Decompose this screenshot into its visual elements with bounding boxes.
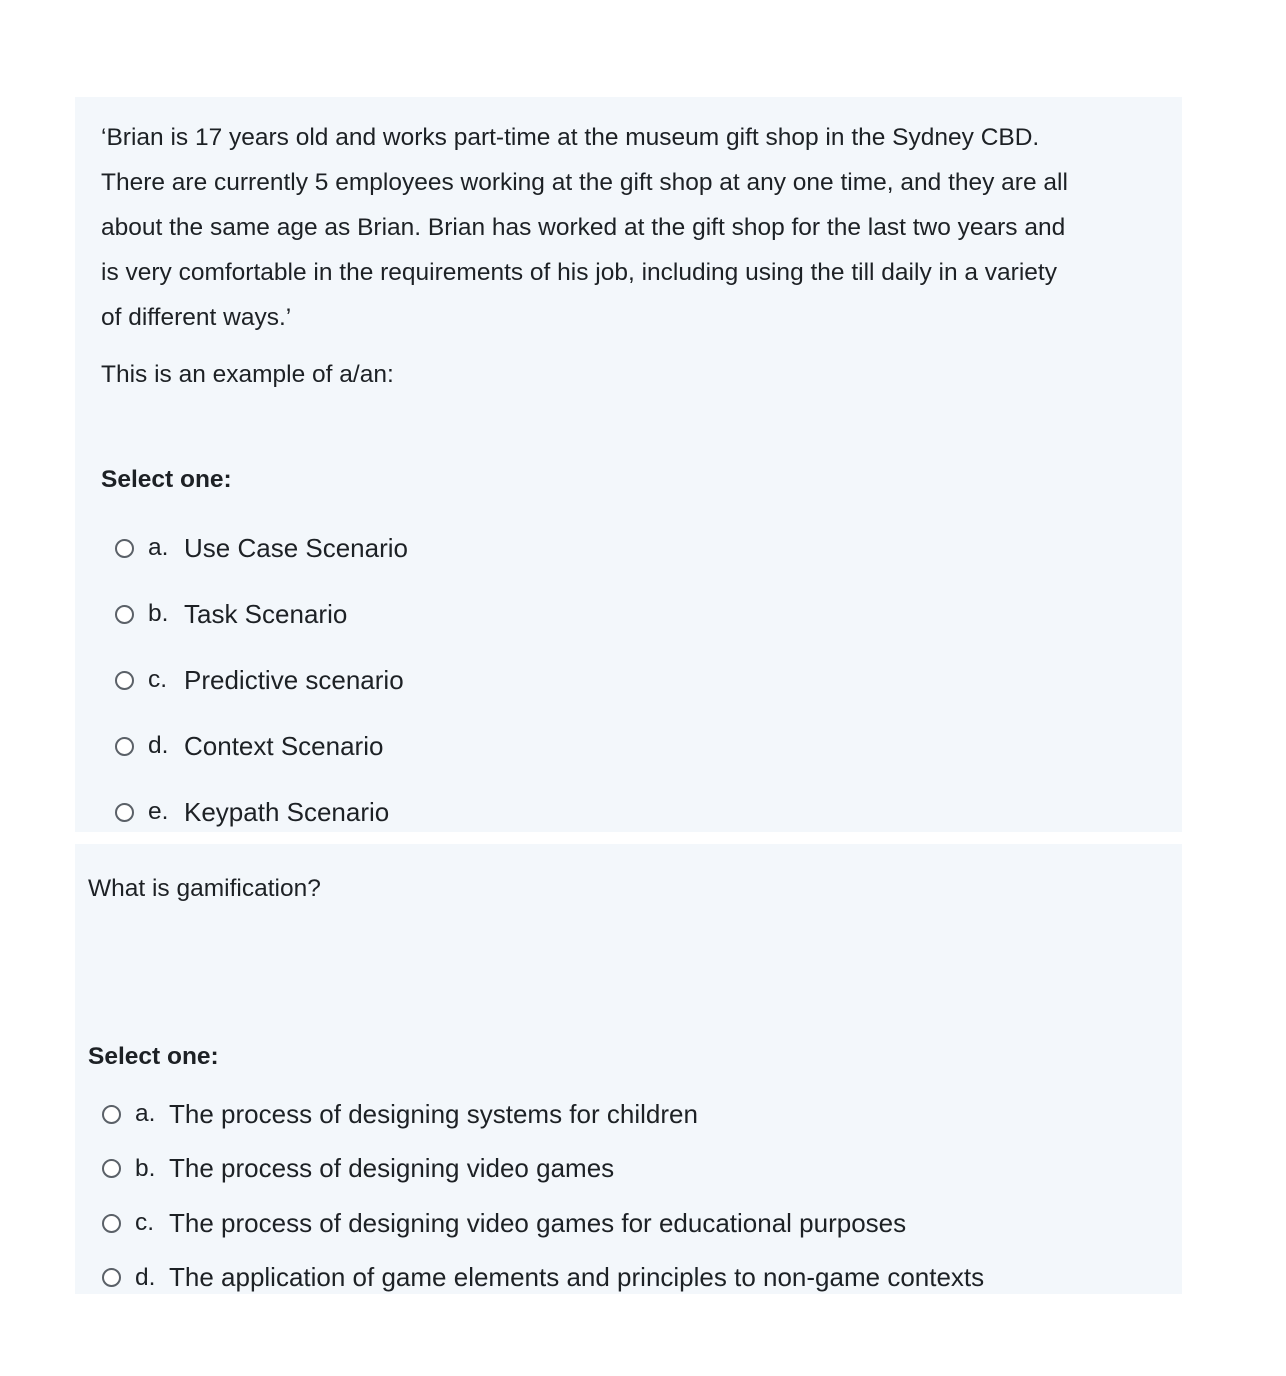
q1-option-e-label[interactable]: Keypath Scenario <box>184 797 389 828</box>
q1-option-b-radio[interactable] <box>115 604 134 624</box>
question-2-text: What is gamification? <box>88 866 1169 911</box>
q2-option-d-radio[interactable] <box>102 1268 121 1288</box>
q1-option-b[interactable]: b. Task Scenario <box>115 581 1156 647</box>
q1-option-e-letter: e. <box>148 798 169 825</box>
q2-option-c-radio[interactable] <box>102 1213 121 1233</box>
q1-option-c-letter: c. <box>148 666 168 693</box>
question-1-answers: a. Use Case Scenario b. Task Scenario c.… <box>101 515 1156 845</box>
question-1: ‘Brian is 17 years old and works part-ti… <box>75 97 1182 832</box>
question-1-text: ‘Brian is 17 years old and works part-ti… <box>101 115 1156 397</box>
question-1-line-5: of different ways.’ <box>101 304 292 331</box>
q2-option-d[interactable]: d. The application of game elements and … <box>102 1251 1169 1306</box>
q1-option-a-radio[interactable] <box>115 538 134 558</box>
q2-option-c-label[interactable]: The process of designing video games for… <box>169 1208 906 1239</box>
q1-option-a[interactable]: a. Use Case Scenario <box>115 515 1156 581</box>
q2-option-a-label[interactable]: The process of designing systems for chi… <box>169 1099 698 1130</box>
q1-option-c-radio[interactable] <box>115 670 134 690</box>
question-2-prompt: What is gamification? <box>88 875 321 902</box>
q2-option-c-letter: c. <box>135 1209 155 1237</box>
q2-option-a-radio[interactable] <box>102 1104 121 1124</box>
q1-option-c[interactable]: c. Predictive scenario <box>115 647 1156 713</box>
q2-option-d-label[interactable]: The application of game elements and pri… <box>169 1262 984 1293</box>
question-2-select-label: Select one: <box>88 1043 219 1070</box>
q1-option-a-letter: a. <box>148 534 169 561</box>
q1-option-a-label[interactable]: Use Case Scenario <box>184 533 408 564</box>
q1-option-e[interactable]: e. Keypath Scenario <box>115 779 1156 845</box>
question-1-line-3: about the same age as Brian. Brian has w… <box>101 214 1066 241</box>
q1-option-d-label[interactable]: Context Scenario <box>184 731 383 762</box>
question-1-select-label: Select one: <box>101 466 232 493</box>
q2-option-a[interactable]: a. The process of designing systems for … <box>102 1087 1169 1142</box>
question-2-answers: a. The process of designing systems for … <box>88 1087 1169 1305</box>
q2-option-d-letter: d. <box>135 1263 156 1291</box>
q1-option-d[interactable]: d. Context Scenario <box>115 713 1156 779</box>
q2-option-b-label[interactable]: The process of designing video games <box>169 1153 614 1184</box>
q2-option-c[interactable]: c. The process of designing video games … <box>102 1196 1169 1251</box>
q2-option-b-letter: b. <box>135 1154 156 1182</box>
question-1-line-2: There are currently 5 employees working … <box>101 169 1068 196</box>
q1-option-e-radio[interactable] <box>115 802 134 822</box>
question-2: What is gamification? Select one: a. The… <box>75 844 1182 1294</box>
question-1-line-4: is very comfortable in the requirements … <box>101 259 1057 286</box>
q1-option-b-label[interactable]: Task Scenario <box>184 599 347 630</box>
q1-option-c-label[interactable]: Predictive scenario <box>184 665 404 696</box>
q2-option-b[interactable]: b. The process of designing video games <box>102 1142 1169 1197</box>
q2-option-a-letter: a. <box>135 1100 156 1128</box>
q1-option-d-radio[interactable] <box>115 736 134 756</box>
q1-option-b-letter: b. <box>148 600 169 627</box>
question-1-line-1: ‘Brian is 17 years old and works part-ti… <box>101 124 1040 151</box>
q1-option-d-letter: d. <box>148 732 169 759</box>
q2-option-b-radio[interactable] <box>102 1159 121 1179</box>
question-1-prompt: This is an example of a/an: <box>101 361 394 388</box>
